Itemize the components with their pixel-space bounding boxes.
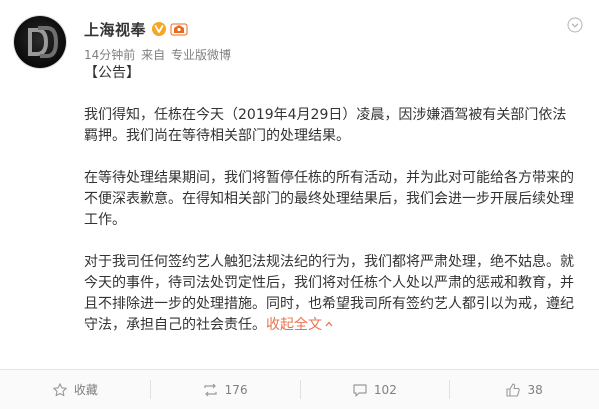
author-name[interactable]: 上海视奉 bbox=[84, 19, 146, 40]
thumbs-up-icon bbox=[506, 382, 521, 397]
favorite-button[interactable]: 收藏 bbox=[0, 370, 150, 409]
comment-button[interactable]: 102 bbox=[299, 370, 450, 409]
post-source[interactable]: 专业版微博 bbox=[171, 48, 231, 62]
post-paragraph-3: 对于我司任何签约艺人触犯法规法纪的行为，我们都将严肃处理，绝不姑息。就今天的事件… bbox=[84, 252, 580, 336]
star-icon bbox=[53, 382, 67, 396]
verified-icon bbox=[152, 22, 167, 36]
repost-button[interactable]: 176 bbox=[149, 370, 300, 409]
post-paragraph-1: 我们得知，任栋在今天（2019年4月29日）凌晨，因涉嫌酒驾被有关部门依法羁押。… bbox=[84, 107, 567, 144]
chevron-up-icon bbox=[325, 321, 333, 327]
member-badge-icon[interactable] bbox=[170, 22, 188, 36]
repost-count: 176 bbox=[224, 382, 248, 397]
post-time[interactable]: 14分钟前 bbox=[84, 48, 135, 62]
logo-mark bbox=[28, 26, 58, 58]
collapse-full-text-link[interactable]: 收起全文 bbox=[266, 317, 334, 333]
comment-icon bbox=[353, 383, 367, 397]
source-prefix: 来自 bbox=[141, 48, 166, 62]
repost-icon bbox=[204, 383, 217, 396]
post-heading: 【公告】 bbox=[84, 65, 140, 81]
like-count: 38 bbox=[527, 382, 543, 397]
post-content: 【公告】 我们得知，任栋在今天（2019年4月29日）凌晨，因涉嫌酒驾被有关部门… bbox=[84, 63, 580, 336]
collapse-label: 收起全文 bbox=[266, 317, 322, 333]
action-bar: 收藏 176 102 38 bbox=[0, 369, 599, 409]
comment-count: 102 bbox=[373, 382, 397, 397]
post-paragraph-2: 在等待处理结果期间，我们将暂停任栋的所有活动，并为此对可能给各方带来的不便深表歉… bbox=[84, 170, 574, 228]
favorite-label: 收藏 bbox=[73, 383, 98, 397]
chevron-down-icon[interactable] bbox=[567, 17, 583, 33]
like-button[interactable]: 38 bbox=[449, 370, 599, 409]
avatar[interactable] bbox=[14, 16, 66, 68]
